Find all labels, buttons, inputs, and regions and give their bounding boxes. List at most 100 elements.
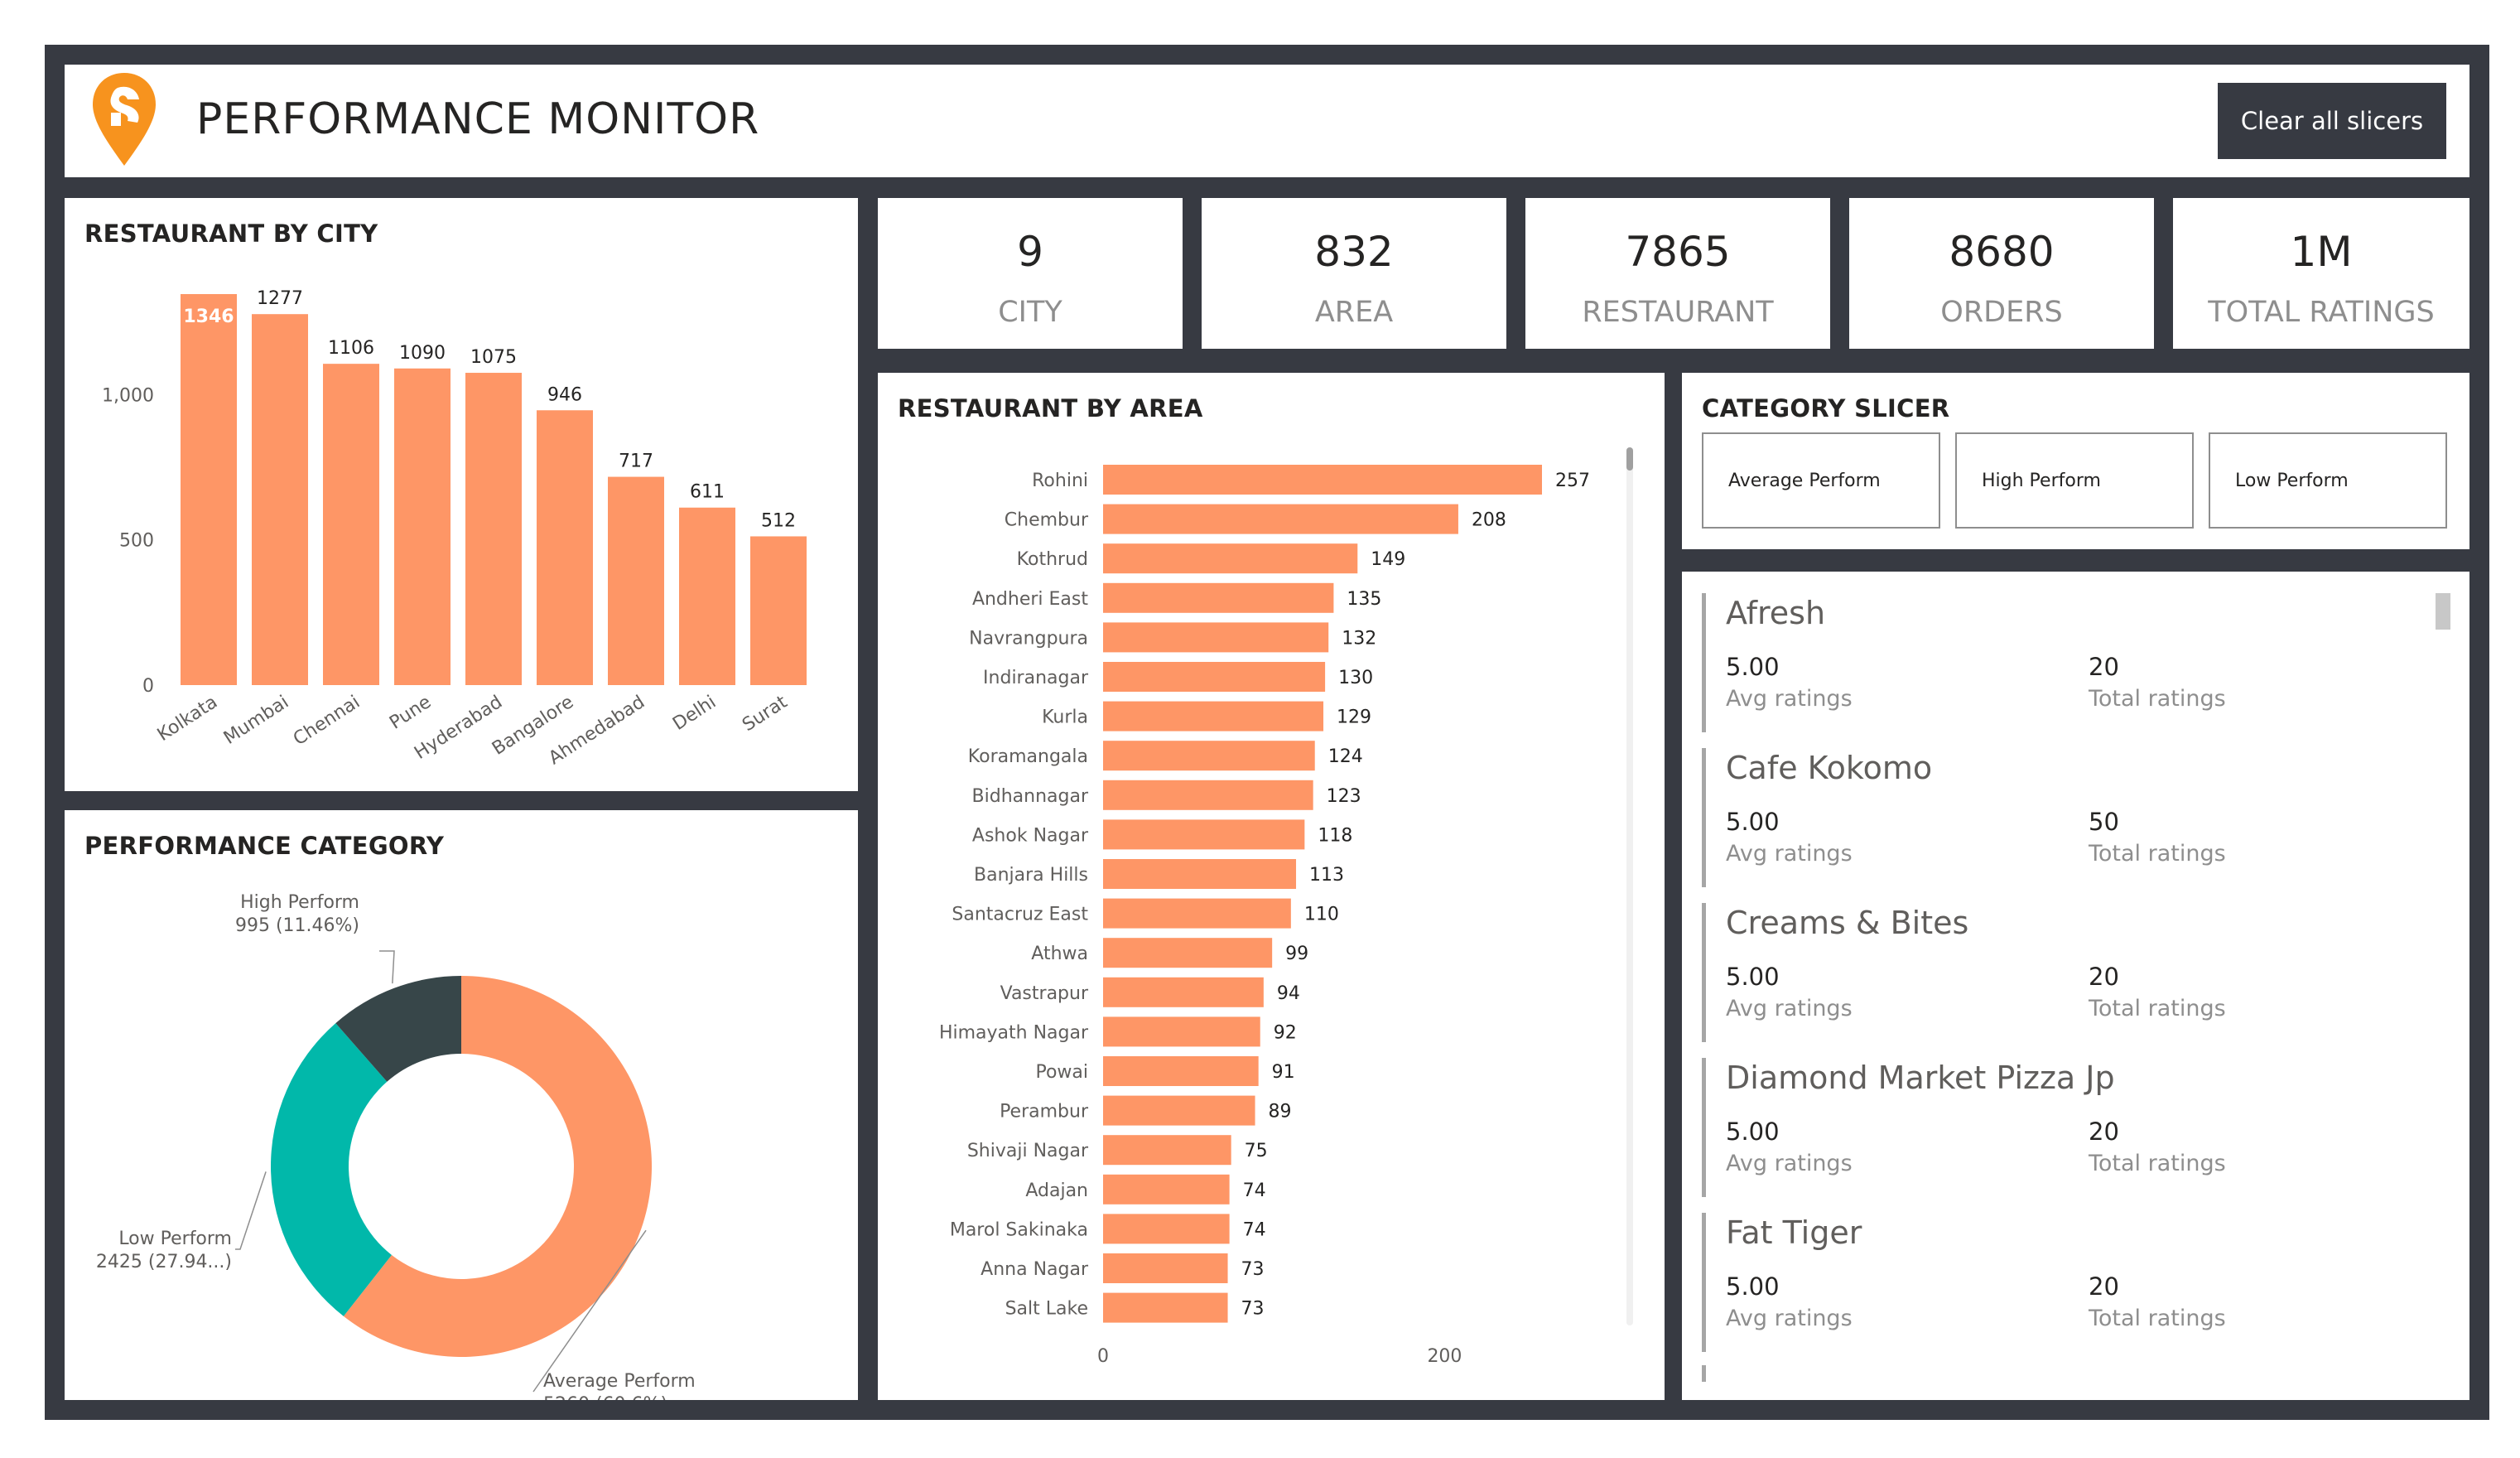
city-bar (679, 507, 735, 685)
slice-name-label: Low Perform (118, 1229, 232, 1249)
kpi-value: 8680 (1949, 228, 2055, 276)
slicer-option-average-perform[interactable]: Average Perform (1702, 432, 1940, 529)
restaurant-card: Cafe Kokomo 5.00 Avg ratings 50 Total ra… (1702, 748, 2418, 887)
y-category-label: Athwa (1031, 944, 1088, 964)
kpi-card-total-ratings: 1M TOTAL RATINGS (2173, 198, 2469, 349)
y-tick-label: 500 (119, 531, 154, 552)
city-bar (394, 368, 451, 685)
slicer-option-high-perform[interactable]: High Perform (1955, 432, 2194, 529)
avg-rating-value: 5.00 (1726, 963, 1780, 991)
restaurant-card-clipped (1702, 1365, 2418, 1382)
y-category-label: Rohini (1032, 471, 1088, 491)
avg-rating-label: Avg ratings (1726, 996, 1853, 1021)
data-label: 75 (1245, 1141, 1268, 1161)
city-bar (323, 364, 379, 685)
y-category-label: Andheri East (972, 589, 1088, 610)
list-scrollbar-thumb[interactable] (2436, 593, 2450, 630)
y-category-label: Navrangpura (969, 628, 1088, 649)
avg-rating-label: Avg ratings (1726, 1306, 1853, 1331)
data-label: 74 (1243, 1219, 1266, 1240)
area-bar (1103, 898, 1291, 929)
restaurant-name: Cafe Kokomo (1726, 750, 1933, 786)
area-chart-scrollbar[interactable] (1626, 447, 1633, 1325)
y-category-label: Powai (1035, 1062, 1088, 1083)
area-bar-chart: Rohini 257 Chembur 208 Kothrud 149 Andheri Eas… (939, 465, 1590, 1367)
y-tick-label: 0 (142, 676, 154, 697)
slicer-title: CATEGORY SLICER (1702, 394, 1950, 422)
swiggy-logo-icon (93, 73, 156, 166)
total-ratings-label: Total ratings (2089, 841, 2226, 867)
y-category-label: Ashok Nagar (972, 825, 1089, 846)
kpi-value: 832 (1314, 228, 1394, 276)
area-bar (1103, 1135, 1231, 1166)
area-bar (1103, 582, 1334, 613)
area-bar (1103, 741, 1315, 771)
leader-line (235, 1171, 267, 1250)
restaurant-card: Fat Tiger 5.00 Avg ratings 20 Total rati… (1702, 1213, 2418, 1352)
data-label: 208 (1472, 510, 1506, 531)
data-label: 611 (690, 482, 725, 503)
x-tick-label: Surat (739, 692, 791, 736)
y-category-label: Indiranagar (983, 668, 1089, 688)
data-label: 110 (1304, 905, 1339, 925)
y-category-label: Shivaji Nagar (967, 1141, 1089, 1161)
area-bar (1103, 1174, 1230, 1205)
area-bar (1103, 977, 1264, 1007)
slicer-option-low-perform[interactable]: Low Perform (2209, 432, 2447, 529)
data-label: 149 (1371, 549, 1405, 570)
total-ratings-value: 20 (2089, 1118, 2119, 1146)
avg-rating-value: 5.00 (1726, 653, 1780, 681)
avg-rating-value: 5.00 (1726, 1272, 1780, 1301)
city-bar (750, 536, 807, 685)
kpi-card-area: 832 AREA (1202, 198, 1506, 349)
data-label: 1106 (328, 338, 374, 359)
scrollbar-thumb[interactable] (1626, 447, 1633, 471)
restaurant-name: Afresh (1726, 595, 1826, 631)
city-bar (181, 294, 237, 685)
avg-rating-value: 5.00 (1726, 808, 1780, 836)
data-label: 113 (1309, 865, 1344, 886)
restaurant-name: Creams & Bites (1726, 905, 1969, 941)
area-bar (1103, 543, 1358, 574)
data-label: 91 (1272, 1062, 1295, 1083)
data-label: 74 (1243, 1180, 1266, 1201)
kpi-label: ORDERS (1940, 296, 2063, 329)
area-bar (1103, 1292, 1228, 1323)
performance-donut-chart: Average Perform 5260 (60.6%) Low Perform 24… (96, 892, 696, 1400)
data-label: 135 (1347, 589, 1381, 610)
y-category-label: Koramangala (968, 746, 1088, 767)
city-bar (465, 373, 522, 685)
total-ratings-value: 50 (2089, 808, 2119, 836)
total-ratings-value: 20 (2089, 1272, 2119, 1301)
area-bar (1103, 1056, 1259, 1086)
y-category-label: Santacruz East (952, 905, 1088, 925)
x-tick-label: Kolkata (154, 692, 221, 746)
restaurant-card-list[interactable]: Afresh 5.00 Avg ratings 20 Total ratings… (1682, 572, 2469, 1400)
total-ratings-label: Total ratings (2089, 1306, 2226, 1331)
kpi-label: AREA (1314, 296, 1394, 329)
area-bar (1103, 1095, 1255, 1126)
avg-rating-value: 5.00 (1726, 1118, 1780, 1146)
area-bar (1103, 780, 1313, 810)
slice-value-label: 2425 (27.94...) (96, 1252, 232, 1272)
area-bar (1103, 504, 1458, 534)
data-label: 129 (1337, 707, 1371, 728)
restaurant-card: Creams & Bites 5.00 Avg ratings 20 Total… (1702, 903, 2418, 1042)
header-bar: PERFORMANCE MONITOR Clear all slicers (65, 65, 2469, 177)
data-label: 89 (1269, 1102, 1292, 1122)
area-bar (1103, 1214, 1230, 1244)
restaurant-by-city-panel: RESTAURANT BY CITY 0 500 1,000 1346 Kolkata 1… (65, 198, 858, 791)
y-tick-label: 1,000 (102, 385, 154, 406)
data-label: 717 (619, 451, 653, 472)
area-bar (1103, 1016, 1260, 1047)
kpi-card-restaurant: 7865 RESTAURANT (1525, 198, 1830, 349)
kpi-value: 9 (1017, 228, 1043, 276)
clear-all-slicers-button[interactable]: Clear all slicers (2218, 83, 2446, 159)
restaurant-by-area-panel: RESTAURANT BY AREA Rohini 257 Chembur 208 Ko… (878, 373, 1665, 1400)
y-category-label: Perambur (1000, 1102, 1089, 1122)
data-label: 1075 (470, 347, 517, 368)
avg-rating-label: Avg ratings (1726, 686, 1853, 712)
data-label: 1277 (257, 288, 303, 309)
area-bar (1103, 701, 1324, 731)
y-category-label: Adajan (1025, 1180, 1088, 1201)
